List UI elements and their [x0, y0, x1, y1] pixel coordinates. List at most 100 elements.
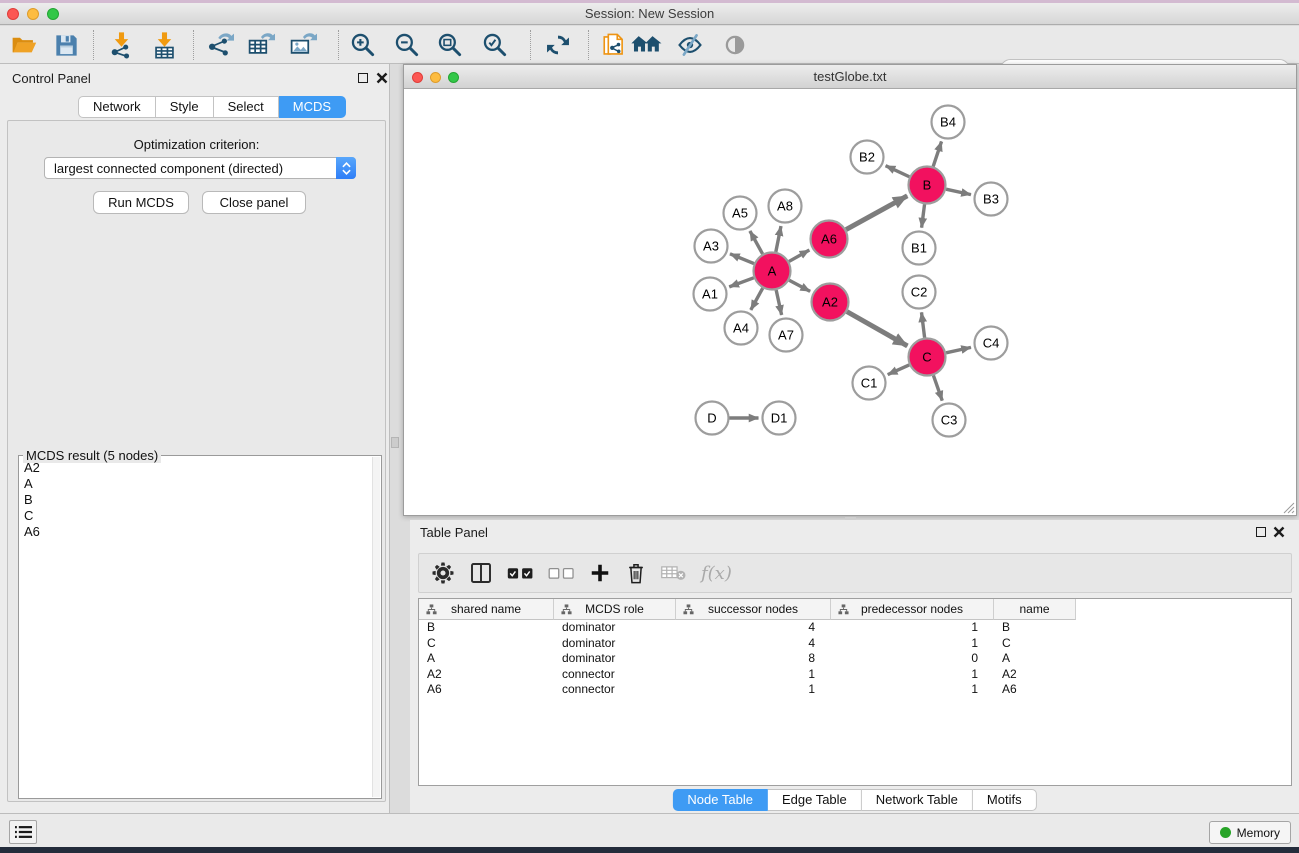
edge-C-C2[interactable] — [922, 312, 925, 337]
network-graph[interactable]: B4 B2 B B3 A8 A5 A6 A3 B1 A C2 A1 A2 A4 A7 C4 C C1 D D1 C3 — [404, 89, 1296, 515]
copy-network-button[interactable] — [596, 28, 632, 62]
delete-table-button[interactable] — [661, 558, 687, 588]
node-A5[interactable]: A5 — [724, 197, 757, 230]
column-header-predecessor-nodes[interactable]: predecessor nodes — [831, 599, 994, 620]
node-A1[interactable]: A1 — [694, 278, 727, 311]
edge-A-A8[interactable] — [776, 226, 781, 252]
edge-B-B1[interactable] — [922, 204, 925, 227]
table-row[interactable]: Bdominator41B — [419, 620, 1291, 636]
edge-A-A6[interactable] — [789, 250, 809, 261]
node-C2[interactable]: C2 — [903, 276, 936, 309]
network-view-window[interactable]: testGlobe.txt B4 B2 B B3 A8 A5 A6 A3 B1 A C2 A1 A2 A4… — [403, 64, 1297, 516]
table-row[interactable]: A6connector11A6 — [419, 682, 1291, 698]
edge-A-A2[interactable] — [789, 280, 810, 291]
node-D[interactable]: D — [696, 402, 729, 435]
edge-A6-B[interactable] — [846, 196, 907, 230]
tab-mcds[interactable]: MCDS — [279, 96, 346, 118]
window-titlebar[interactable]: Session: New Session — [0, 3, 1299, 25]
node-C1[interactable]: C1 — [853, 367, 886, 400]
result-item[interactable]: B — [20, 492, 372, 508]
column-header-MCDS-role[interactable]: MCDS role — [554, 599, 676, 620]
zoom-fit-button[interactable] — [432, 28, 468, 62]
refresh-button[interactable] — [540, 28, 576, 62]
result-item[interactable]: A2 — [20, 460, 372, 476]
zoom-in-button[interactable] — [345, 28, 381, 62]
node-B2[interactable]: B2 — [851, 141, 884, 174]
add-column-button[interactable] — [589, 558, 611, 588]
tab-network-table[interactable]: Network Table — [862, 789, 973, 811]
first-neighbors-button[interactable] — [628, 28, 664, 62]
column-header-name[interactable]: name — [994, 599, 1076, 620]
node-A2[interactable]: A2 — [812, 284, 849, 321]
node-B4[interactable]: B4 — [932, 106, 965, 139]
node-D1[interactable]: D1 — [763, 402, 796, 435]
edge-A-A4[interactable] — [751, 288, 763, 310]
node-A8[interactable]: A8 — [769, 190, 802, 223]
column-header-shared-name[interactable]: shared name — [419, 599, 554, 620]
edge-A-A7[interactable] — [776, 290, 781, 315]
result-item[interactable]: A6 — [20, 524, 372, 540]
select-all-rows-button[interactable] — [507, 558, 534, 588]
node-C3[interactable]: C3 — [933, 404, 966, 437]
node-A3[interactable]: A3 — [695, 230, 728, 263]
table-row[interactable]: Cdominator41C — [419, 636, 1291, 652]
float-table-panel-icon[interactable] — [1256, 527, 1266, 537]
resize-grip-icon[interactable] — [1282, 501, 1295, 514]
table-row[interactable]: A2connector11A2 — [419, 667, 1291, 683]
tab-node-table[interactable]: Node Table — [672, 789, 768, 811]
edge-A-A3[interactable] — [730, 254, 754, 264]
column-visibility-button[interactable] — [469, 558, 493, 588]
open-session-button[interactable] — [6, 28, 42, 62]
toggle-details-button[interactable] — [717, 28, 753, 62]
close-table-panel-icon[interactable] — [1273, 526, 1285, 538]
network-window-titlebar[interactable]: testGlobe.txt — [404, 65, 1296, 89]
result-item[interactable]: A — [20, 476, 372, 492]
node-A4[interactable]: A4 — [725, 312, 758, 345]
node-A6[interactable]: A6 — [811, 221, 848, 258]
import-table-button[interactable] — [146, 28, 182, 62]
edge-B-B3[interactable] — [946, 189, 971, 194]
float-panel-icon[interactable] — [358, 73, 368, 83]
deselect-all-rows-button[interactable] — [548, 558, 575, 588]
tab-select[interactable]: Select — [214, 96, 279, 118]
result-scrollbar[interactable] — [372, 457, 380, 797]
run-mcds-button[interactable]: Run MCDS — [93, 191, 189, 214]
tab-edge-table[interactable]: Edge Table — [768, 789, 862, 811]
close-panel-icon[interactable] — [376, 72, 388, 84]
node-C4[interactable]: C4 — [975, 327, 1008, 360]
export-table-button[interactable] — [243, 28, 279, 62]
mcds-result-list[interactable]: A2ABCA6 — [20, 460, 372, 797]
optimization-criterion-select[interactable]: largest connected component (directed) — [44, 157, 356, 179]
task-history-button[interactable] — [9, 820, 37, 844]
close-panel-button[interactable]: Close panel — [202, 191, 306, 214]
hide-selected-button[interactable] — [672, 28, 708, 62]
node-A7[interactable]: A7 — [770, 319, 803, 352]
zoom-out-button[interactable] — [389, 28, 425, 62]
tab-style[interactable]: Style — [156, 96, 214, 118]
export-image-button[interactable] — [285, 28, 321, 62]
control-panel-scroll-thumb[interactable] — [391, 437, 399, 448]
apply-function-button[interactable]: f(x) — [701, 558, 732, 588]
edge-C-C1[interactable] — [888, 365, 909, 375]
node-B3[interactable]: B3 — [975, 183, 1008, 216]
table-settings-button[interactable] — [431, 558, 455, 588]
node-C[interactable]: C — [909, 339, 946, 376]
delete-column-button[interactable] — [625, 558, 647, 588]
node-B1[interactable]: B1 — [903, 232, 936, 265]
node-table[interactable]: shared nameMCDS rolesuccessor nodesprede… — [418, 598, 1292, 786]
edge-B-B4[interactable] — [933, 141, 941, 166]
zoom-selected-button[interactable] — [477, 28, 513, 62]
memory-button[interactable]: Memory — [1209, 821, 1291, 844]
export-network-button[interactable] — [202, 28, 238, 62]
node-A[interactable]: A — [754, 253, 791, 290]
edge-C-C3[interactable] — [933, 375, 942, 400]
node-B[interactable]: B — [909, 167, 946, 204]
import-network-button[interactable] — [103, 28, 139, 62]
edge-A2-C[interactable] — [847, 312, 907, 346]
edge-A-A1[interactable] — [729, 278, 753, 287]
result-item[interactable]: C — [20, 508, 372, 524]
edge-B-B2[interactable] — [886, 166, 910, 177]
table-row[interactable]: Adominator80A — [419, 651, 1291, 667]
tab-network[interactable]: Network — [78, 96, 156, 118]
network-canvas[interactable]: B4 B2 B B3 A8 A5 A6 A3 B1 A C2 A1 A2 A4 A7 C4 C C1 D D1 C3 — [404, 89, 1296, 515]
